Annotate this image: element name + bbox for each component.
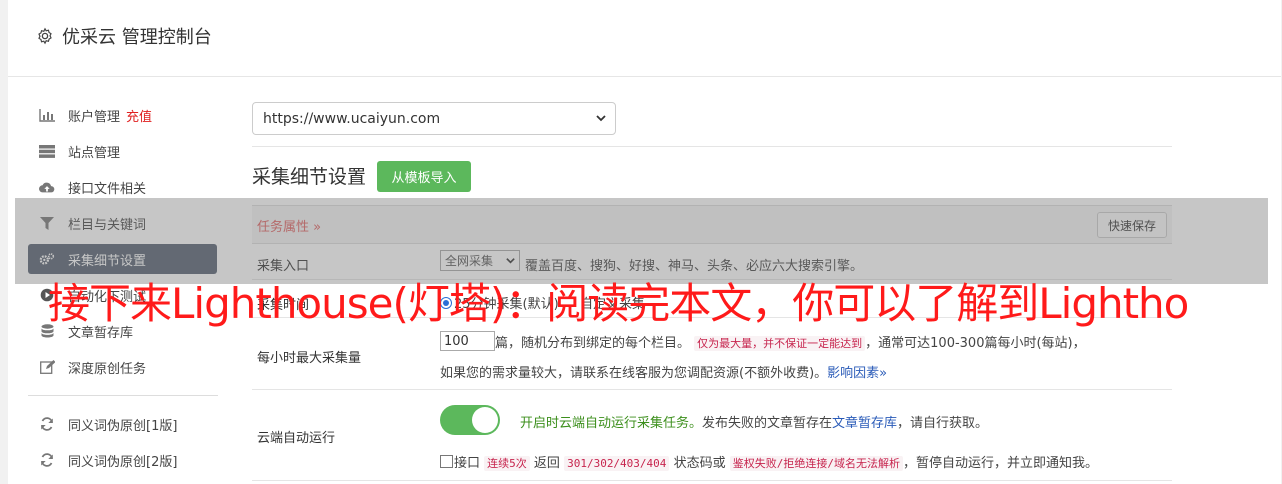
refresh-icon (39, 453, 55, 467)
header-bar: 优采云 管理控制台 (8, 0, 1281, 77)
header-title-text: 优采云 管理控制台 (62, 27, 212, 48)
overlay-caption: 接下来Lighthouse(灯塔)：阅读完本文，你可以了解到Lightho (48, 279, 1189, 328)
sidebar-item-label: 接口文件相关 (68, 181, 147, 197)
sidebar-item-label: 站点管理 (68, 145, 121, 161)
sidebar-item-collect-settings[interactable]: 采集细节设置 (28, 244, 217, 274)
sidebar-item-interface-files[interactable]: 接口文件相关 (28, 172, 217, 202)
cloud-run-desc: 开启时云端自动运行采集任务。发布失败的文章暂存在文章暂存库，请自行获取。 (520, 416, 989, 431)
sidebar-item-label: 账户管理 (68, 109, 121, 125)
max-warning-code: 仅为最大量，并不保证一定能达到 (694, 336, 866, 351)
chevron-down-icon (596, 115, 606, 122)
row-divider (252, 480, 1172, 481)
cloud-upload-icon (39, 180, 55, 194)
server-icon (39, 144, 55, 158)
cloud-run-label: 云端自动运行 (257, 431, 336, 446)
filter-icon (39, 216, 55, 230)
section-title: 采集细节设置 (252, 166, 367, 188)
quick-save-button[interactable]: 快速保存 (1097, 212, 1167, 238)
toggle-knob (472, 407, 498, 433)
sidebar-item-synonym-v2[interactable]: 同义词伪原创[2版] (28, 445, 217, 475)
row-divider (252, 389, 1172, 390)
bar-chart-icon (39, 108, 55, 122)
edit-icon (39, 360, 55, 374)
import-from-template-button[interactable]: 从模板导入 (377, 161, 471, 192)
collect-entry-select[interactable]: 全网采集 (440, 250, 520, 271)
gear-icon (38, 27, 52, 45)
task-attributes-bar: 任务属性 » 快速保存 (252, 205, 1172, 244)
sidebar-item-deep-original[interactable]: 深度原创任务 (28, 352, 217, 382)
pause-rule-checkbox[interactable] (440, 455, 453, 468)
sidebar-item-columns-keywords[interactable]: 栏目与关键词 (28, 208, 217, 238)
collect-entry-desc: 覆盖百度、搜狗、好搜、神马、头条、必应六大搜索引擎。 (525, 259, 864, 274)
sidebar-item-label: 同义词伪原创[2版] (68, 454, 178, 470)
collect-entry-label: 采集入口 (257, 259, 310, 274)
sidebar-item-label: 栏目与关键词 (68, 217, 147, 233)
sidebar-item-label: 采集细节设置 (68, 253, 147, 269)
divider (252, 146, 1172, 147)
sidebar-item-sites[interactable]: 站点管理 (28, 136, 217, 166)
sidebar-item-account[interactable]: 账户管理 充值 (28, 100, 217, 130)
max-per-hour-note: 如果您的需求量较大，请联系在线客服为您调配资源(不额外收费)。影响因素» (440, 366, 888, 381)
max-per-hour-input[interactable]: 100 (440, 331, 495, 351)
sidebar-divider (28, 395, 218, 396)
collect-entry-select-value: 全网采集 (445, 254, 494, 268)
sidebar-item-synonym-v1[interactable]: 同义词伪原创[1版] (28, 409, 217, 439)
task-attributes-toggle[interactable]: 任务属性 » (257, 216, 321, 235)
sidebar-item-label: 同义词伪原创[1版] (68, 418, 178, 434)
site-select[interactable]: https://www.ucaiyun.com (252, 102, 616, 135)
sidebar-item-label: 深度原创任务 (68, 361, 147, 377)
chevron-down-icon (506, 258, 515, 264)
article-storage-link[interactable]: 文章暂存库 (832, 416, 897, 431)
header-title: 优采云 管理控制台 (36, 23, 212, 49)
factors-link[interactable]: 影响因素» (827, 366, 887, 381)
recharge-link[interactable]: 充值 (126, 106, 152, 125)
pause-rule-text: 接口 连续5次 返回 301/302/403/404 状态码或 鉴权失败/拒绝连… (440, 452, 1098, 471)
site-select-value: https://www.ucaiyun.com (263, 110, 441, 127)
cloud-run-toggle[interactable] (440, 405, 500, 435)
max-per-hour-text: 篇，随机分布到绑定的每个栏目。 仅为最大量，并不保证一定能达到 ，通常可达100-… (495, 336, 1086, 351)
refresh-icon (39, 417, 55, 431)
max-per-hour-label: 每小时最大采集量 (257, 351, 362, 366)
cogs-icon (39, 252, 55, 266)
